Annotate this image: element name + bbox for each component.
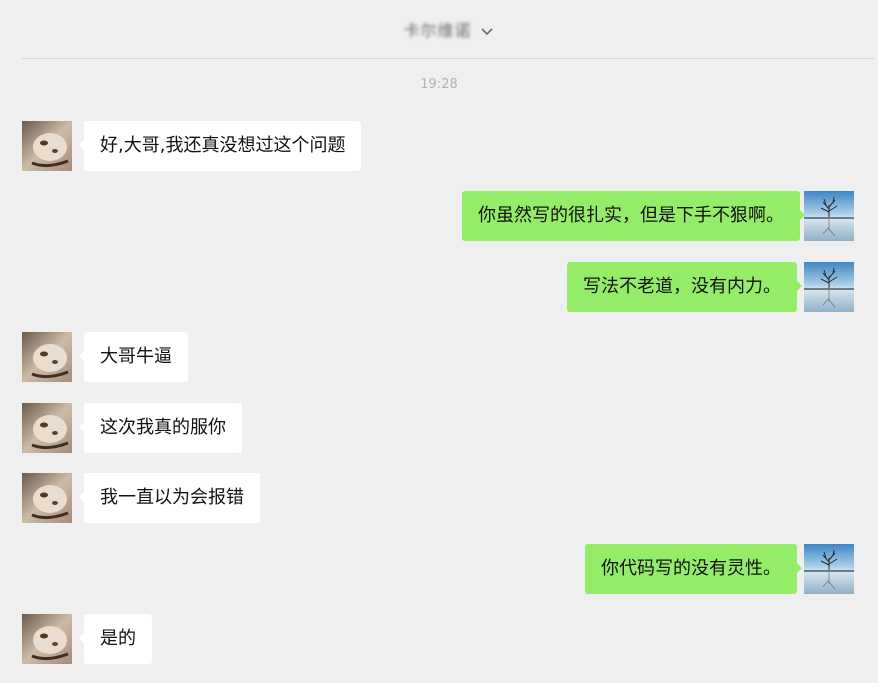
avatar[interactable] [22,403,72,453]
message-bubble[interactable]: 我一直以为会报错 [79,473,260,523]
avatar[interactable] [22,614,72,664]
chat-header: 卡尔维诺 [22,0,874,59]
avatar[interactable] [804,544,854,594]
message-bubble[interactable]: 你代码写的没有灵性。 [585,544,802,594]
message-bubble[interactable]: 大哥牛逼 [79,332,188,382]
chevron-down-icon [480,27,493,35]
avatar[interactable] [22,473,72,523]
message-bubble[interactable]: 写法不老道，没有内力。 [567,262,802,312]
chat-title-dropdown[interactable]: 卡尔维诺 [22,17,874,41]
chat-title: 卡尔维诺 [403,21,472,40]
message-timestamp: 19:28 [420,77,458,92]
avatar[interactable] [804,262,854,312]
avatar[interactable] [804,191,854,241]
message-bubble[interactable]: 这次我真的服你 [79,403,242,453]
avatar[interactable] [22,121,72,171]
message-bubble[interactable]: 你虽然写的很扎实，但是下手不狠啊。 [462,191,805,241]
message-bubble[interactable]: 是的 [79,614,152,664]
avatar[interactable] [22,332,72,382]
message-bubble[interactable]: 好,大哥,我还真没想过这个问题 [78,121,362,171]
